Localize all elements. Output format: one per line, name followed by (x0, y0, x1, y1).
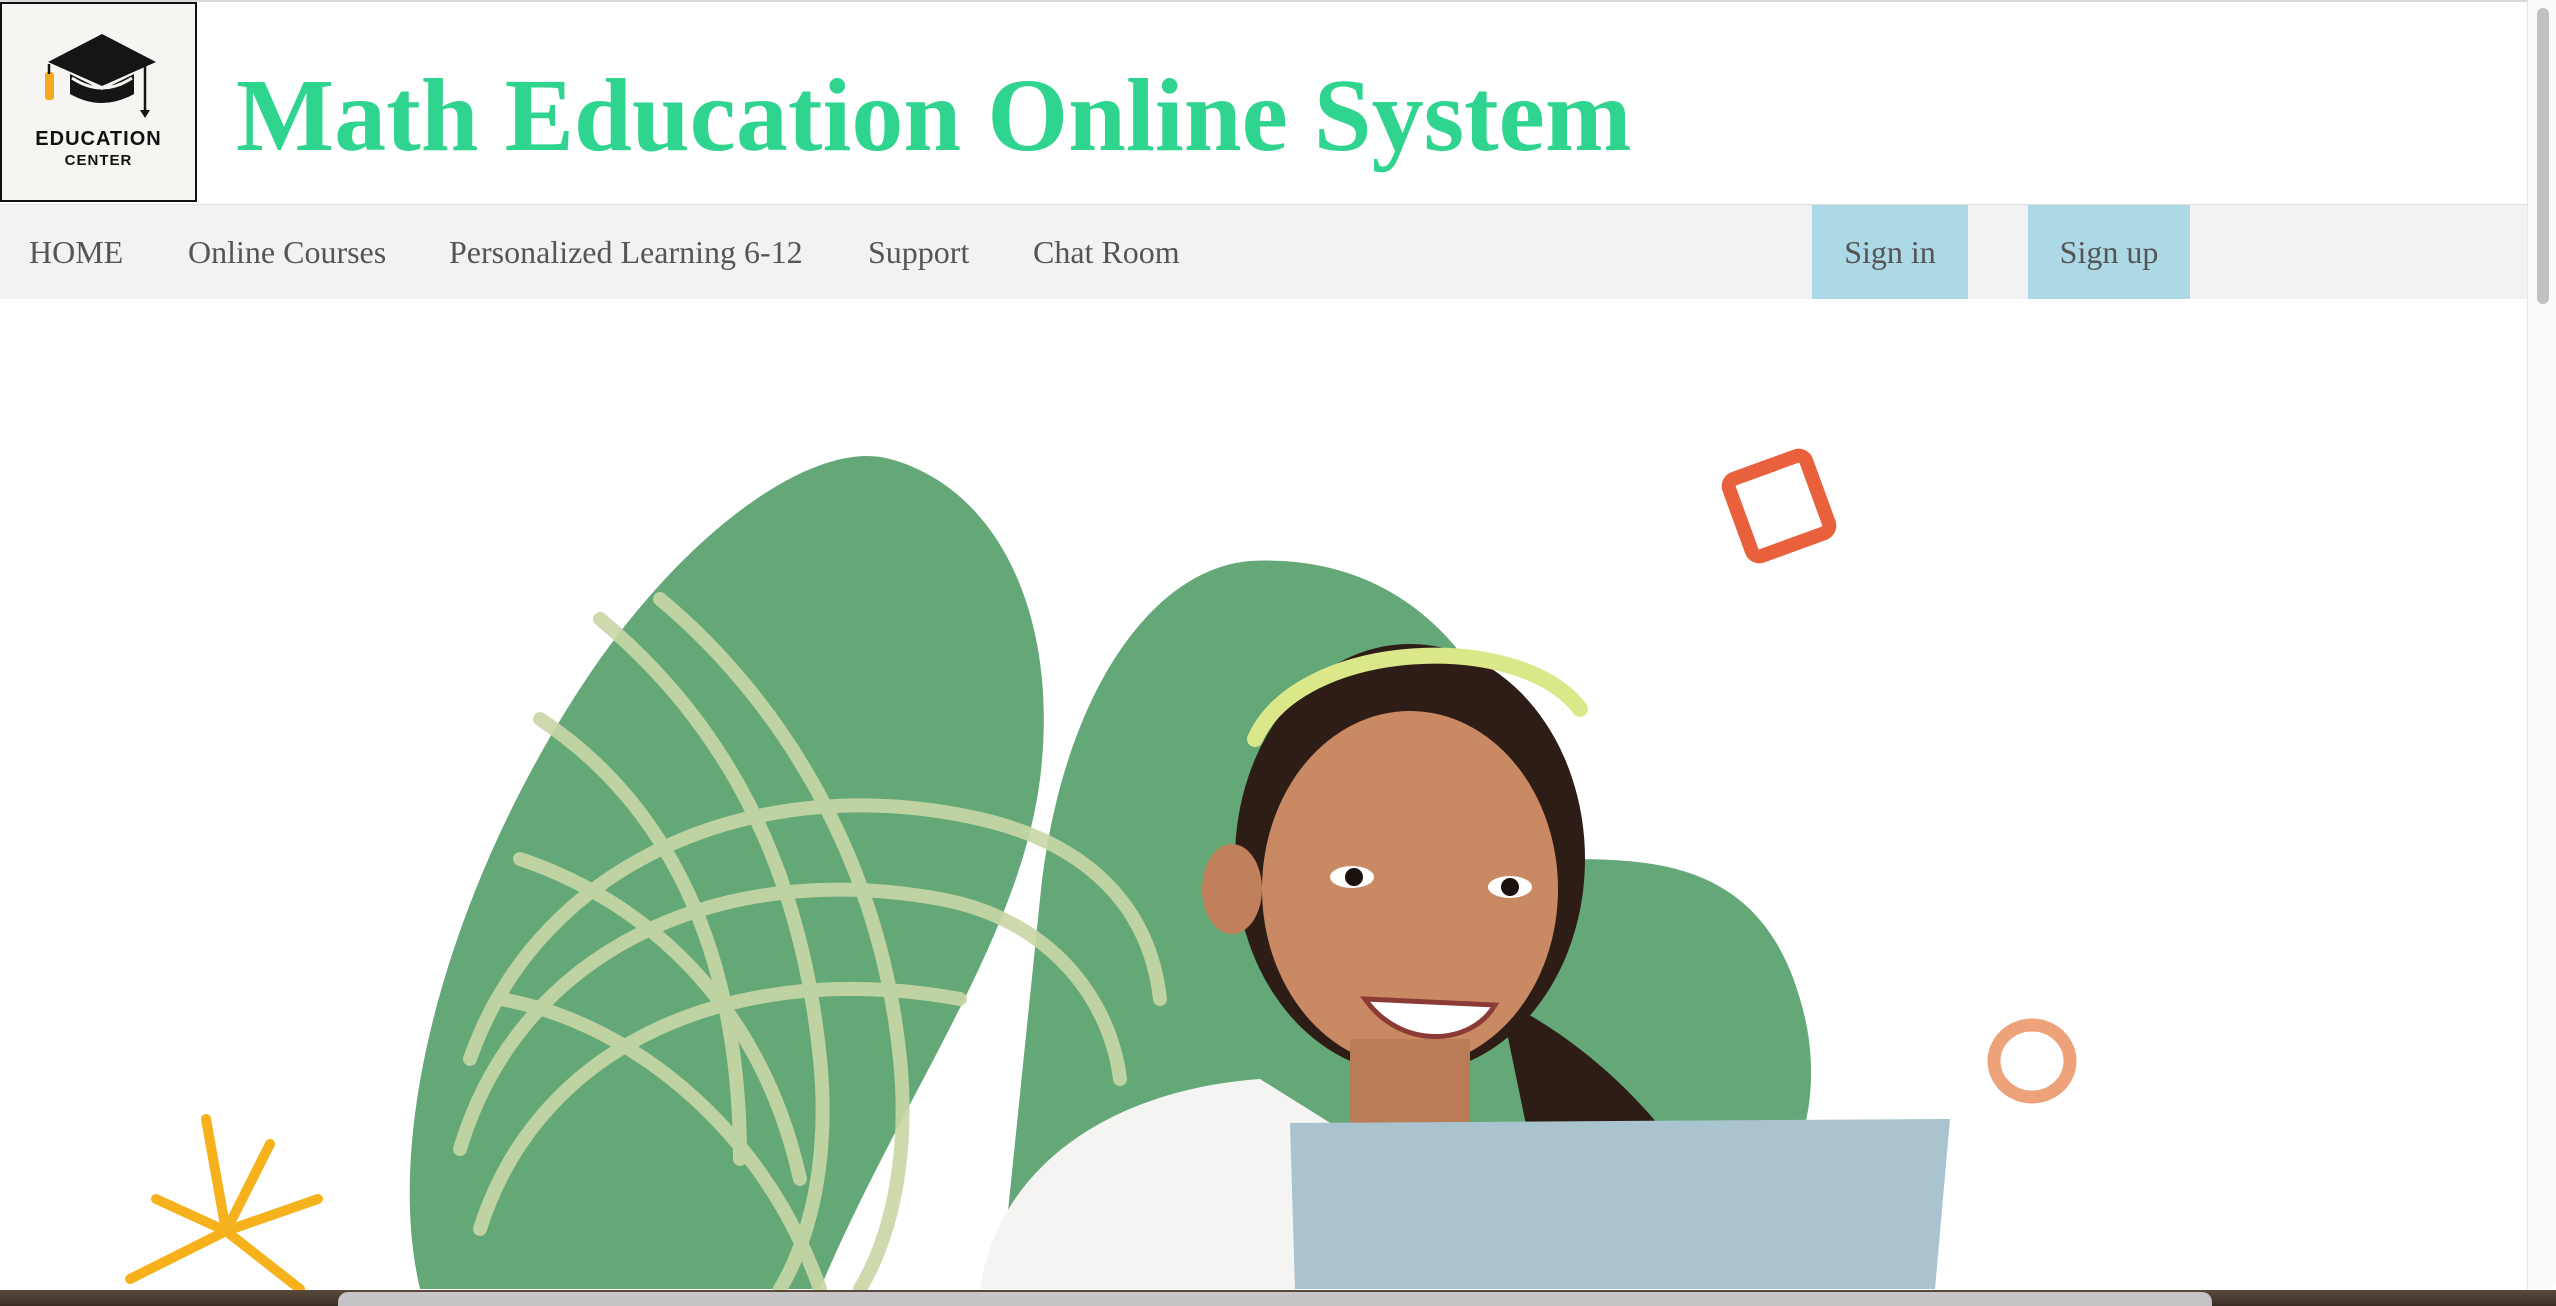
site-header: EDUCATION CENTER Math Education Online S… (0, 0, 2527, 206)
hero-illustration (125, 448, 2077, 1290)
laptop-screen (1290, 1119, 1950, 1289)
nav-personalized-learning[interactable]: Personalized Learning 6-12 (449, 205, 803, 299)
logo-text-center: CENTER (64, 152, 133, 169)
vertical-scrollbar[interactable] (2527, 0, 2556, 1290)
nav-online-courses[interactable]: Online Courses (188, 205, 386, 299)
scrollbar-thumb[interactable] (2537, 8, 2549, 304)
page-title: Math Education Online System (236, 58, 1632, 173)
nav-chat-room[interactable]: Chat Room (1033, 205, 1180, 299)
orange-square-outline (1721, 448, 1837, 564)
sign-in-button[interactable]: Sign in (1812, 205, 1968, 299)
macos-dock[interactable] (338, 1292, 2212, 1306)
nav-home[interactable]: HOME (29, 205, 123, 299)
peach-circle-outline (1987, 1018, 2077, 1104)
main-nav: HOME Online Courses Personalized Learnin… (0, 204, 2527, 300)
graduation-cap-icon (45, 34, 156, 118)
logo-text-education: EDUCATION (35, 128, 162, 150)
hero-banner (0, 299, 2527, 1290)
browser-window: EDUCATION CENTER Math Education Online S… (0, 0, 2556, 1290)
yellow-star-burst (125, 1114, 323, 1290)
nav-support[interactable]: Support (868, 205, 969, 299)
sign-up-button[interactable]: Sign up (2028, 205, 2190, 299)
logo[interactable]: EDUCATION CENTER (0, 2, 197, 202)
